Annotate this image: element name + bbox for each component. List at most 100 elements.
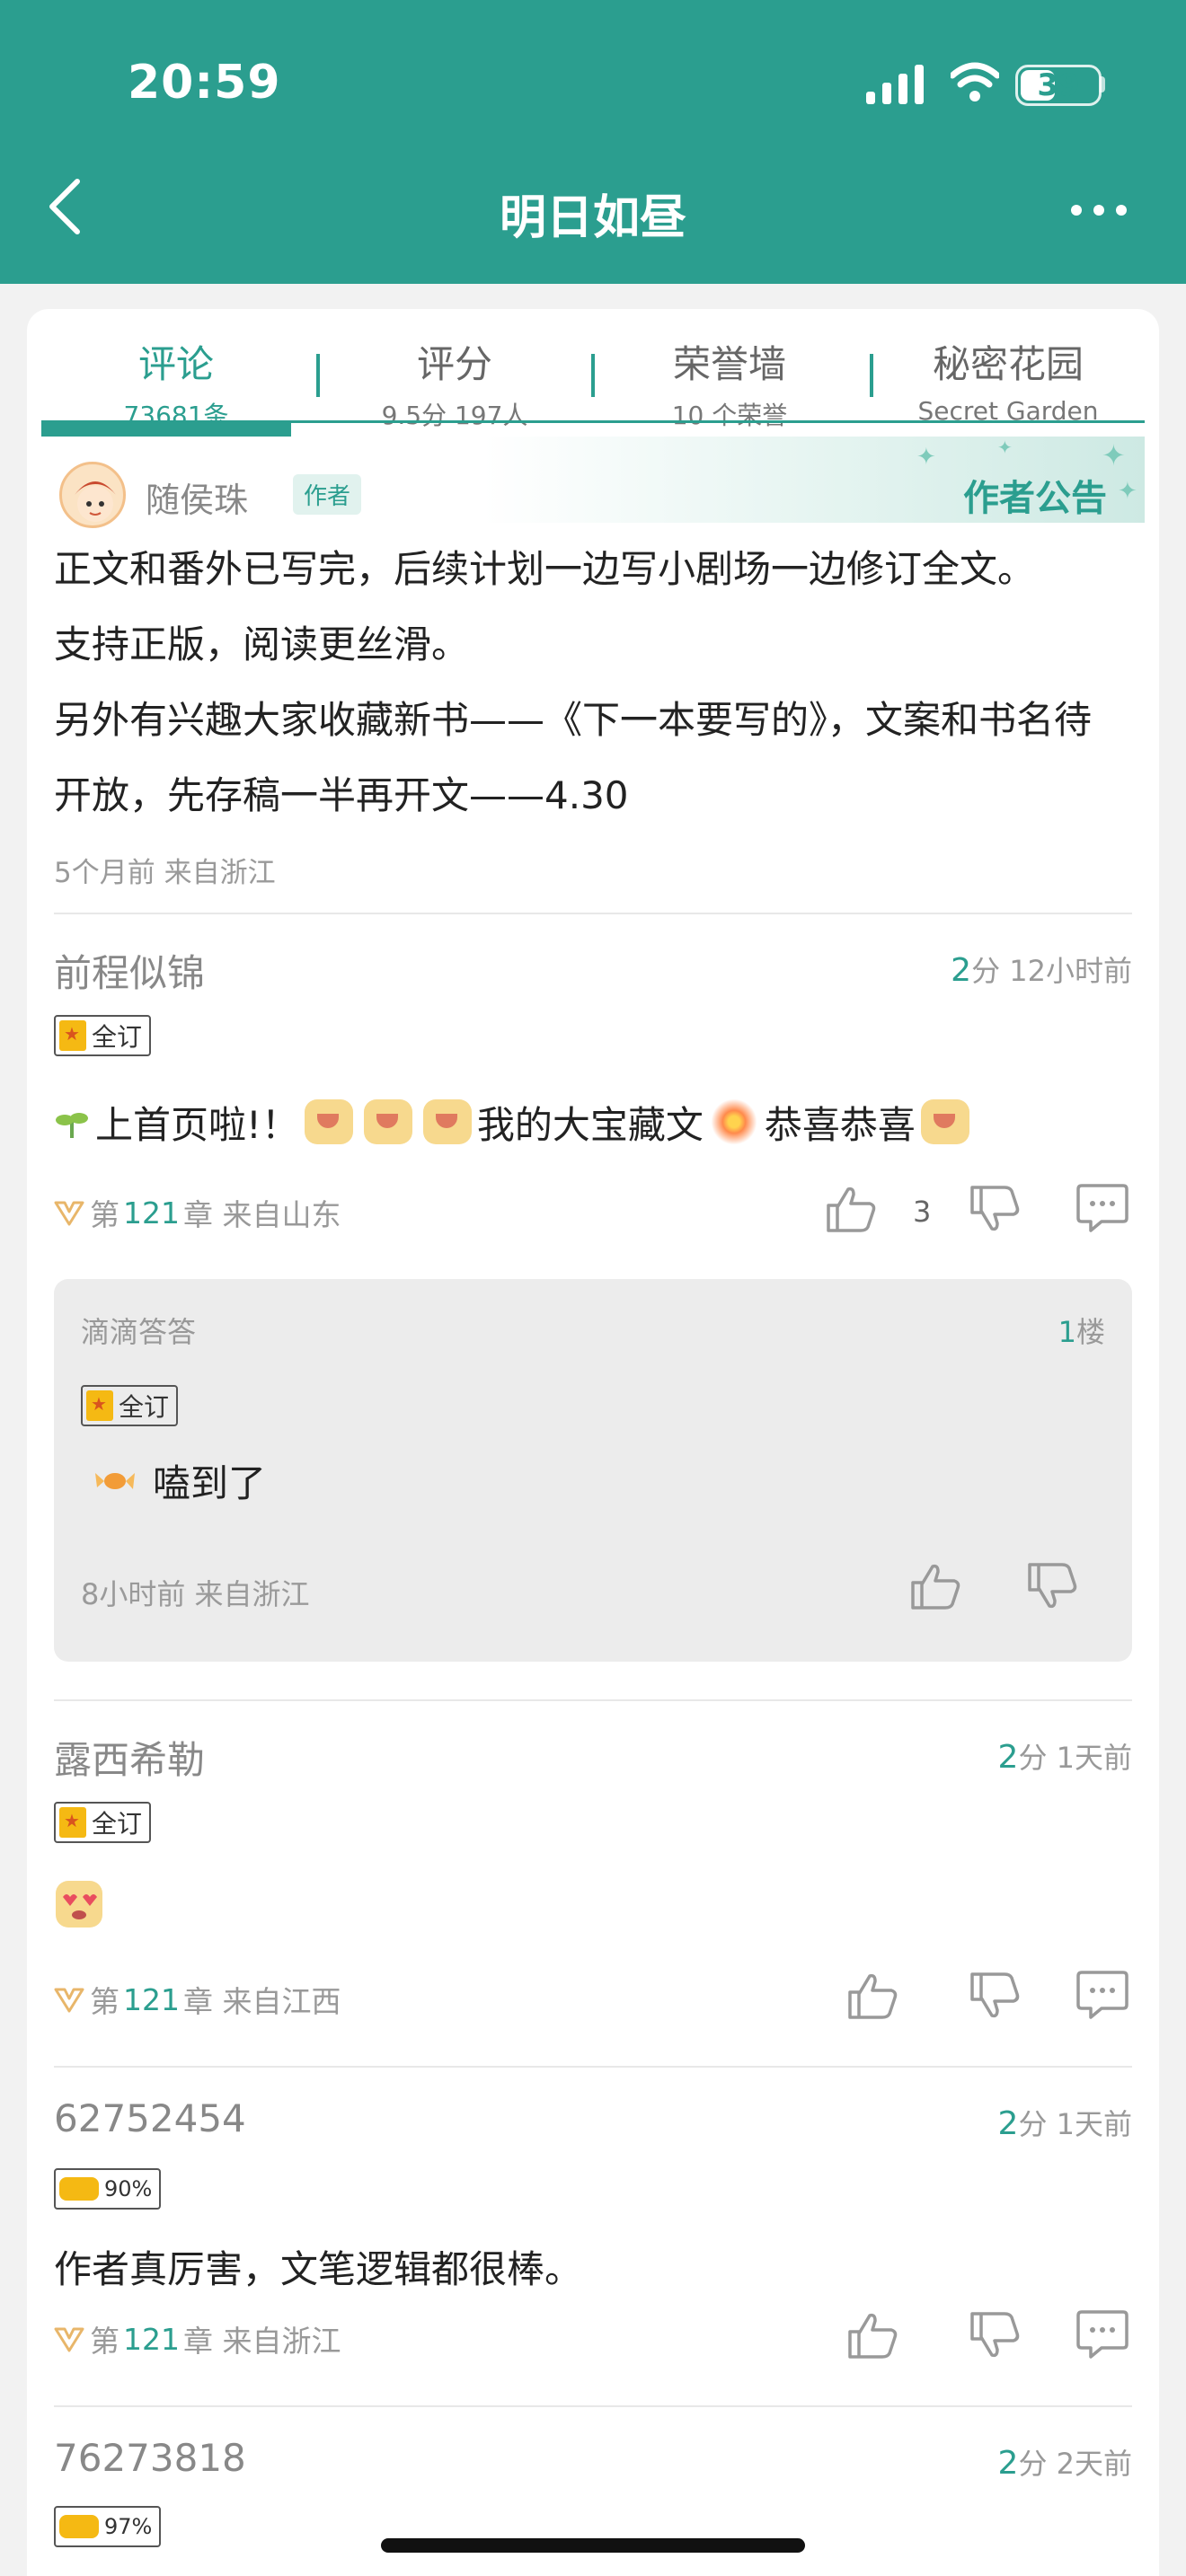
thumbs-down-icon[interactable]	[967, 2310, 1022, 2360]
announcement-line: 正文和番外已写完，后续计划一边写小剧场一边修订全文。	[54, 547, 1036, 591]
tab-rating[interactable]: 评分 9.5分 197人	[320, 318, 589, 432]
content-card: 评论 73681条 评分 9.5分 197人 荣誉墙 10 个荣誉 秘密花园 S…	[27, 309, 1159, 2576]
thumbs-up-icon[interactable]	[907, 1561, 963, 1611]
heart-eyes-emoji-icon	[56, 1881, 102, 1928]
tab-bar: 评论 73681条 评分 9.5分 197人 荣誉墙 10 个荣誉 秘密花园 S…	[41, 318, 1145, 432]
home-indicator[interactable]	[381, 2538, 805, 2553]
divider	[54, 1699, 1132, 1701]
score-value: 2	[997, 1739, 1019, 1776]
comment-username[interactable]: 露西希勒	[54, 1730, 205, 1785]
comment-username[interactable]: 62752454	[54, 2096, 246, 2140]
comment-text-part: 我的大宝藏文	[476, 1102, 704, 1147]
thumbs-down-icon[interactable]	[967, 1971, 1022, 2021]
badge-label: 全订	[119, 1392, 170, 1422]
chapter-suffix: 章 来自江西	[183, 1984, 341, 2019]
comment-chapter: 第 121 章 来自江西	[54, 1978, 341, 2021]
laughing-emoji-icon	[920, 1099, 969, 1144]
announcement-meta: 5个月前 来自浙江	[54, 857, 276, 889]
subscription-badge: 全订	[54, 1015, 152, 1056]
sparkle-icon: ✦	[1118, 478, 1137, 505]
reply-username[interactable]: 滴滴答答	[81, 1310, 196, 1351]
author-notice-label: 作者公告	[963, 478, 1107, 519]
tab-honor-sub: 10 个荣誉	[671, 401, 788, 430]
author-badge: 作者	[293, 474, 362, 515]
reply-comment-icon[interactable]	[1075, 1971, 1130, 2021]
score-unit: 分	[1018, 2107, 1048, 2141]
app-header: 20:59 39 明日如昼	[0, 0, 1186, 284]
vip-v-icon	[54, 2327, 84, 2352]
tab-secret-garden[interactable]: 秘密花园 Secret Garden	[873, 318, 1143, 426]
fan-level-badge: 90%	[54, 2168, 162, 2210]
score-value: 2	[997, 2105, 1019, 2142]
tab-garden-label: 秘密花园	[932, 342, 1084, 386]
subscription-badge: 全订	[81, 1385, 179, 1426]
chapter-number: 121	[123, 1981, 180, 2017]
thumbs-up-icon[interactable]	[823, 1184, 879, 1234]
thumbs-down-icon[interactable]	[1024, 1561, 1080, 1611]
reply-comment-icon[interactable]	[1075, 1184, 1130, 1234]
subscription-badge: 全订	[54, 1802, 152, 1843]
score-unit: 分	[1018, 2447, 1048, 2481]
sparkle-icon: ✦	[1102, 438, 1126, 472]
chapter-prefix: 第	[90, 1197, 119, 1232]
tab-rating-label: 评分	[416, 342, 492, 386]
comment-score: 2分 12小时前	[951, 948, 1132, 990]
candy-emoji-icon	[95, 1472, 135, 1489]
comment-text: 上首页啦!！ 我的大宝藏文 恭喜恭喜	[54, 1089, 975, 1155]
score-value: 2	[951, 952, 972, 989]
tab-honor-wall[interactable]: 荣誉墙 10 个荣誉	[595, 318, 864, 432]
thumbs-down-icon[interactable]	[967, 1184, 1022, 1234]
full-subscribe-icon	[59, 1020, 86, 1051]
page-title: 明日如昼	[499, 191, 686, 245]
tab-comments-label: 评论	[137, 342, 214, 386]
reply-box[interactable]: 滴滴答答 1楼 全订 嗑到了 8小时前 来自浙江	[54, 1279, 1132, 1662]
divider	[54, 2066, 1132, 2068]
comment-username[interactable]: 前程似锦	[54, 943, 205, 998]
announcement-line: 开放，先存稿一半再开文——4.30	[54, 773, 629, 817]
tab-comments[interactable]: 评论 73681条	[41, 318, 311, 432]
thumbs-up-icon[interactable]	[845, 2310, 900, 2360]
tab-rating-sub: 9.5分 197人	[381, 401, 528, 430]
battery-tip	[1100, 76, 1105, 93]
reply-comment-icon[interactable]	[1075, 2310, 1130, 2360]
vip-v-icon	[54, 1201, 84, 1226]
fireworks-emoji-icon	[706, 1095, 761, 1149]
chapter-number: 121	[123, 2321, 180, 2357]
laughing-emoji-icon	[422, 1099, 472, 1144]
chapter-prefix: 第	[90, 2324, 119, 2359]
chapter-prefix: 第	[90, 1984, 119, 2019]
reply-floor: 1楼	[1058, 1310, 1105, 1351]
sparkle-icon: ✦	[916, 444, 936, 471]
comment-score: 2分 2天前	[998, 2441, 1132, 2483]
chapter-number: 121	[123, 1195, 180, 1231]
floor-number: 1	[1058, 1315, 1076, 1349]
like-count: 3	[913, 1195, 932, 1229]
laughing-emoji-icon	[363, 1099, 412, 1144]
reply-text: 嗑到了	[93, 1453, 266, 1508]
cellular-signal-icon	[866, 65, 924, 104]
comment-text-part: 上首页啦!！	[95, 1102, 299, 1147]
divider	[54, 913, 1132, 914]
gold-ingot-icon	[59, 2515, 99, 2538]
comment-username[interactable]: 76273818	[54, 2436, 246, 2480]
vip-v-icon	[54, 1988, 84, 2013]
author-avatar[interactable]	[59, 462, 126, 528]
comment-score: 2分 1天前	[998, 2102, 1132, 2143]
reply-text-content: 嗑到了	[153, 1461, 267, 1505]
author-name[interactable]: 随侯珠	[146, 472, 248, 522]
divider	[54, 2405, 1132, 2407]
badge-label: 97%	[104, 2514, 153, 2539]
thumbs-up-icon[interactable]	[845, 1971, 900, 2021]
reply-meta: 8小时前 来自浙江	[81, 1577, 310, 1611]
floor-unit: 楼	[1075, 1315, 1105, 1349]
active-tab-indicator	[41, 422, 291, 437]
comment-text-part: 恭喜恭喜	[764, 1102, 916, 1147]
comment-time: 1天前	[1056, 1741, 1132, 1775]
badge-label: 全订	[92, 1809, 143, 1839]
announcement-line: 支持正版，阅读更丝滑。	[54, 622, 470, 666]
comment-score: 2分 1天前	[998, 1735, 1132, 1777]
score-unit: 分	[971, 954, 1001, 988]
badge-label: 90%	[104, 2176, 153, 2201]
more-options-icon[interactable]	[1067, 192, 1130, 228]
comment-text	[54, 1877, 104, 1931]
